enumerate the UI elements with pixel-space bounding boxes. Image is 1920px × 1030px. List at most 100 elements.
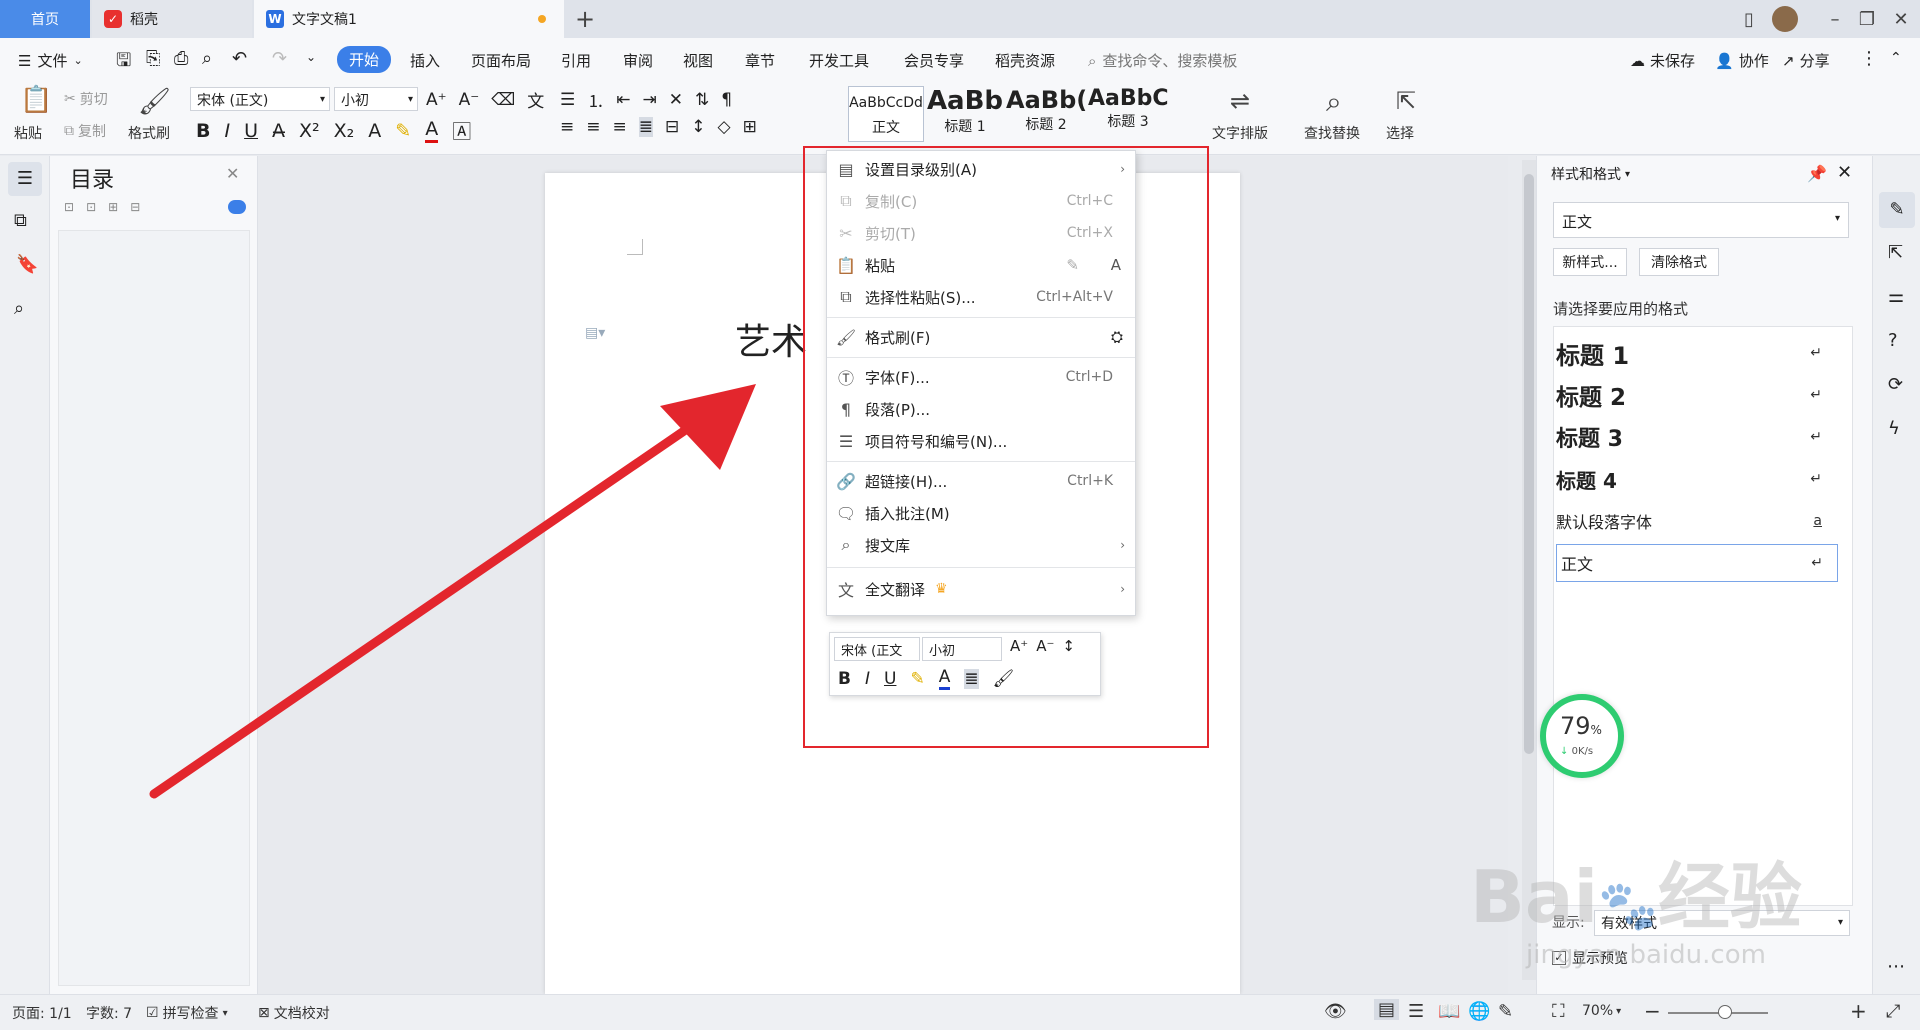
close-icon[interactable]: ✕ (1837, 162, 1852, 183)
bookmark-icon[interactable]: 🔖 (16, 254, 38, 275)
page-indicator[interactable]: 页面: 1/1 (12, 1003, 72, 1023)
print-preview-icon[interactable]: ⌕ (202, 48, 212, 69)
chinese-layout-icon[interactable]: ✕ (669, 90, 683, 110)
copy-button[interactable]: ⧉ 复制 (64, 121, 106, 141)
clear-format-button[interactable]: 清除格式 (1639, 248, 1719, 276)
export-pdf-icon[interactable]: ⎘ (146, 48, 160, 69)
tab-references[interactable]: 引用 (561, 50, 591, 71)
tab-daoke[interactable]: ✓ 稻壳 (92, 0, 252, 38)
zoom-slider-thumb[interactable] (1718, 1005, 1732, 1019)
search-icon[interactable]: ⌕ (14, 298, 24, 319)
remove-icon[interactable]: ⊟ (130, 200, 140, 214)
backup-icon[interactable]: ⟳ (1888, 374, 1903, 395)
unsaved-button[interactable]: ☁ 未保存 (1630, 50, 1695, 71)
doc-proof-button[interactable]: ⊠ 文档校对 (258, 1003, 330, 1023)
pin-icon[interactable]: 📌 (1807, 164, 1827, 183)
tab-developer[interactable]: 开发工具 (809, 50, 869, 71)
cursor-icon[interactable]: ⇱ (1396, 87, 1416, 115)
style-item-heading2[interactable]: 标题 2 ↵ (1556, 376, 1836, 414)
new-tab-button[interactable]: + (570, 4, 600, 34)
layout-toggle-icon[interactable]: ▯ (1734, 6, 1764, 32)
justify-icon[interactable]: ≣ (638, 117, 653, 137)
redo-icon[interactable]: ↷ (272, 48, 287, 69)
underline-icon[interactable]: U (244, 120, 258, 142)
styles-pane-header[interactable]: 样式和格式 ▾ (1551, 164, 1630, 184)
italic-icon[interactable]: I (224, 120, 230, 142)
word-count[interactable]: 字数: 7 (86, 1003, 132, 1023)
style-normal[interactable]: AaBbCcDd 正文 (848, 86, 924, 142)
paste-icon[interactable]: 📋 (20, 85, 52, 115)
spell-check-button[interactable]: ☑ 拼写检查 ▾ (146, 1003, 228, 1023)
zoom-in-button[interactable]: + (1850, 999, 1867, 1023)
paste-button[interactable]: 粘贴 (14, 123, 42, 143)
tab-view[interactable]: 视图 (683, 50, 713, 71)
borders-icon[interactable]: ⊞ (743, 117, 757, 137)
tab-start[interactable]: 开始 (337, 46, 392, 73)
more-icon[interactable]: ⋮ (1860, 48, 1878, 69)
format-painter-button[interactable]: 格式刷 (128, 123, 170, 143)
page-view-icon[interactable]: ▤ (1374, 999, 1400, 1020)
outline-view-icon[interactable]: ☰ (1408, 1001, 1424, 1022)
current-style-select[interactable]: 正文 ▾ (1553, 202, 1849, 238)
style-heading3[interactable]: AaBbC 标题 3 (1088, 86, 1169, 142)
font-name-select[interactable]: 宋体 (正文) ▾ (190, 87, 330, 111)
collaborate-button[interactable]: 👤 协作 (1715, 50, 1769, 71)
bold-icon[interactable]: B (196, 120, 210, 142)
new-style-button[interactable]: 新样式... (1553, 248, 1627, 276)
close-button[interactable]: ✕ (1886, 6, 1916, 32)
print-icon[interactable]: ⎙ (174, 48, 188, 69)
document-heading[interactable]: 艺术 (735, 313, 807, 365)
sort-icon[interactable]: ⇅ (695, 90, 709, 110)
tab-member[interactable]: 会员专享 (904, 50, 964, 71)
command-search[interactable]: ⌕ 查找命令、搜索模板 (1088, 50, 1237, 71)
speed-widget[interactable]: 79% ↓ 0K/s (1540, 694, 1624, 778)
text-effect-icon[interactable]: A (368, 120, 381, 142)
find-replace-icon[interactable]: ⌕ (1326, 85, 1342, 119)
write-view-icon[interactable]: ✎ (1498, 1001, 1513, 1022)
reading-view-icon[interactable]: 📖 (1438, 1001, 1460, 1022)
fit-page-icon[interactable]: ⛶ (1552, 1001, 1565, 1022)
superscript-icon[interactable]: X² (299, 120, 320, 142)
toc-nav-icon[interactable]: ☰ (8, 162, 42, 196)
subscript-icon[interactable]: X₂ (334, 120, 355, 142)
clear-format-icon[interactable]: ⌫ (491, 90, 515, 110)
text-layout-icon[interactable]: ⇌ (1230, 87, 1250, 115)
numbering-icon[interactable]: ⒈ (587, 87, 604, 112)
tab-home[interactable]: 首页 (0, 0, 90, 38)
save-icon[interactable]: 🖫 (116, 48, 131, 78)
collapse-ribbon-icon[interactable]: ⌃ (1890, 50, 1902, 66)
minimize-button[interactable]: – (1820, 6, 1850, 32)
style-item-heading1[interactable]: 标题 1 ↵ (1556, 334, 1836, 372)
scrollbar-thumb[interactable] (1524, 174, 1534, 754)
distributed-icon[interactable]: ⊟ (665, 117, 679, 137)
share-button[interactable]: ↗ 分享 (1782, 50, 1830, 71)
undo-icon[interactable]: ↶ (232, 48, 247, 69)
help-icon[interactable]: ? (1888, 330, 1898, 351)
style-item-default-font[interactable]: 默认段落字体 a (1556, 502, 1836, 540)
file-menu[interactable]: ☰ 文件 ⌄ (18, 50, 83, 71)
avatar[interactable] (1772, 6, 1798, 32)
close-icon[interactable]: ✕ (226, 164, 239, 183)
tab-document[interactable]: W 文字文稿1 (254, 0, 564, 38)
tab-daoke-resources[interactable]: 稻壳资源 (995, 50, 1055, 71)
align-center-icon[interactable]: ≡ (586, 117, 600, 137)
properties-icon[interactable]: ⚌ (1888, 286, 1904, 307)
tab-insert[interactable]: 插入 (410, 50, 440, 71)
restore-button[interactable]: ❐ (1852, 6, 1882, 32)
chapter-nav-icon[interactable]: ⧉ (14, 210, 27, 231)
char-border-icon[interactable]: 🄰 (452, 117, 471, 144)
style-item-heading3[interactable]: 标题 3 ↵ (1556, 418, 1836, 456)
eye-protection-icon[interactable]: 👁 (1324, 1001, 1347, 1022)
fullscreen-icon[interactable]: ⤢ (1886, 1001, 1900, 1022)
toc-mode-icon[interactable] (228, 200, 246, 214)
add-icon[interactable]: ⊞ (108, 200, 118, 214)
strikethrough-icon[interactable]: A̶ (272, 120, 285, 142)
paragraph-handle-icon[interactable]: ▤▾ (585, 325, 605, 341)
select-object-icon[interactable]: ⇱ (1888, 242, 1903, 263)
format-painter-icon[interactable]: 🖌 (138, 87, 171, 117)
highlight-icon[interactable]: ✎ (395, 120, 411, 142)
style-heading2[interactable]: AaBb( 标题 2 (1006, 86, 1087, 142)
tab-chapter[interactable]: 章节 (745, 50, 775, 71)
tab-review[interactable]: 审阅 (623, 50, 653, 71)
collapse-icon[interactable]: ⊡ (86, 200, 96, 214)
